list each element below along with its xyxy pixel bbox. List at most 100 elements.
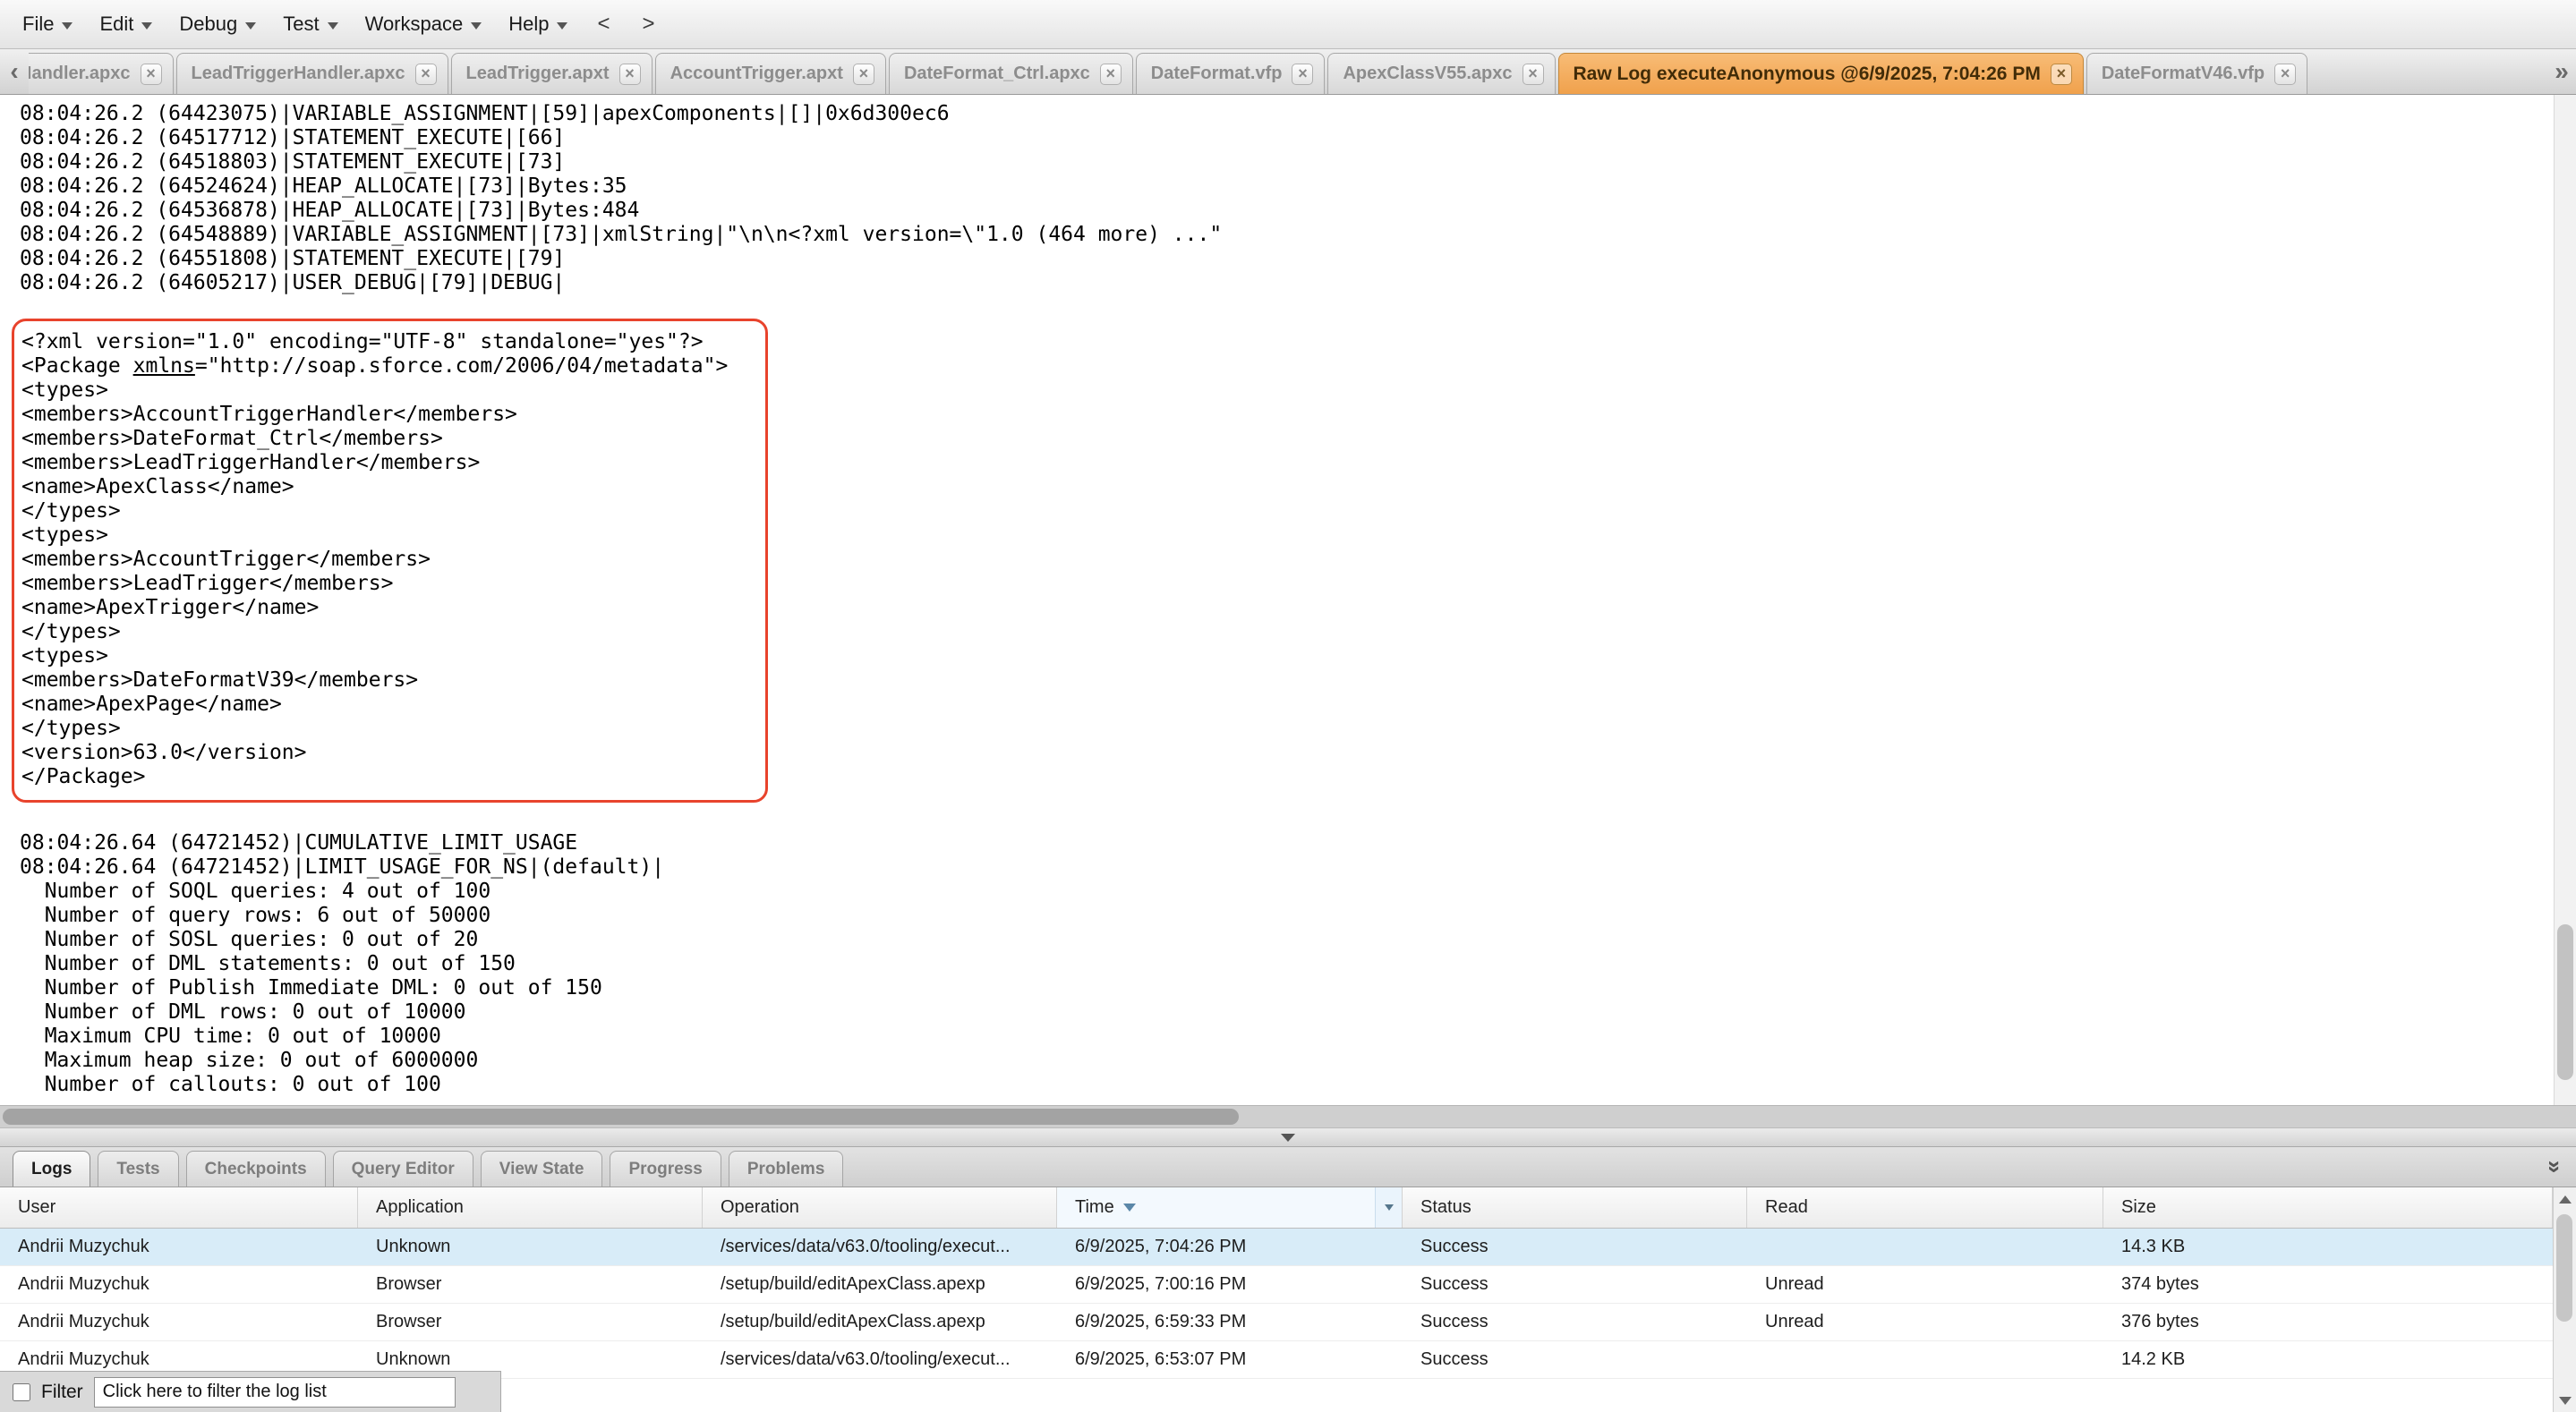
log-line: Number of DML rows: 0 out of 10000 [20, 1000, 2576, 1025]
scrollbar-thumb[interactable] [2557, 924, 2573, 1080]
cell-application: Unknown [358, 1349, 703, 1370]
table-vertical-scrollbar[interactable] [2553, 1187, 2576, 1412]
close-icon[interactable]: × [619, 64, 641, 85]
collapse-arrow-icon[interactable] [1281, 1134, 1295, 1142]
close-icon[interactable]: × [141, 64, 162, 85]
log-vertical-scrollbar[interactable] [2554, 95, 2576, 1105]
tab-overflow-icon[interactable]: » [2547, 49, 2576, 94]
panel-tab-query-editor[interactable]: Query Editor [333, 1151, 473, 1187]
editor-tab[interactable]: DateFormatV46.vfp × [2086, 53, 2307, 94]
cell-size: 14.3 KB [2103, 1237, 2553, 1257]
chevron-down-icon [328, 22, 338, 30]
xml-line: <Package xmlns="http://soap.sforce.com/2… [21, 354, 765, 379]
xml-line: </Package> [21, 765, 765, 789]
editor-tab[interactable]: LeadTrigger.apxt × [451, 53, 653, 94]
cell-user: Andrii Muzychuk [0, 1349, 358, 1370]
panel-tab-tests[interactable]: Tests [98, 1151, 178, 1187]
editor-tab[interactable]: Raw Log executeAnonymous @6/9/2025, 7:04… [1558, 53, 2084, 94]
panel-tab-problems[interactable]: Problems [729, 1151, 844, 1187]
cell-application: Browser [358, 1312, 703, 1332]
column-header-read[interactable]: Read [1747, 1187, 2103, 1228]
tab-label: LeadTriggerHandler.apxc [192, 64, 405, 84]
editor-tab[interactable]: DateFormat_Ctrl.apxc× [889, 53, 1133, 94]
column-menu-button[interactable] [1375, 1187, 1402, 1228]
close-icon[interactable]: × [415, 64, 437, 85]
panel-tabs: LogsTestsCheckpointsQuery EditorView Sta… [13, 1147, 843, 1187]
panel-tab-progress[interactable]: Progress [610, 1151, 721, 1187]
scroll-up-icon[interactable] [2554, 1187, 2576, 1211]
filter-label: Filter [41, 1382, 83, 1403]
column-header-user[interactable]: User [0, 1187, 358, 1228]
log-table-row[interactable]: Andrii MuzychukBrowser/setup/build/editA… [0, 1266, 2553, 1304]
close-icon[interactable]: × [1523, 64, 1544, 85]
menu-item-file[interactable]: File [9, 0, 86, 48]
close-icon[interactable]: × [1292, 64, 1313, 85]
editor-tab[interactable]: LeadTriggerHandler.apxc × [176, 53, 448, 94]
log-text-block: 08:04:26.2 (64423075)|VARIABLE_ASSIGNMEN… [20, 102, 2576, 295]
scroll-down-icon[interactable] [2554, 1389, 2576, 1412]
log-line: 08:04:26.2 (64548889)|VARIABLE_ASSIGNMEN… [20, 223, 2576, 247]
editor-tab[interactable]: Handler.apxc× [29, 53, 174, 94]
menu-item-help[interactable]: Help [495, 0, 581, 48]
column-header-operation[interactable]: Operation [703, 1187, 1057, 1228]
nav-back-button[interactable]: < [581, 12, 626, 37]
nav-forward-button[interactable]: > [626, 12, 670, 37]
xml-line: <members>DateFormatV39</members> [21, 668, 765, 693]
editor-tabs: Handler.apxc×LeadTriggerHandler.apxc×Lea… [29, 49, 2547, 94]
panel-tab-view-state[interactable]: View State [481, 1151, 603, 1187]
log-table-row[interactable]: Andrii MuzychukBrowser/setup/build/editA… [0, 1304, 2553, 1341]
cell-time: 6/9/2025, 7:04:26 PM [1057, 1237, 1403, 1257]
menu-item-edit[interactable]: Edit [86, 0, 166, 48]
tab-label: DateFormat.vfp [1151, 64, 1283, 84]
panel-tab-checkpoints[interactable]: Checkpoints [186, 1151, 326, 1187]
editor-tab[interactable]: DateFormat.vfp × [1136, 53, 1326, 94]
close-icon[interactable]: × [2051, 64, 2072, 85]
log-line: 08:04:26.64 (64721452)|CUMULATIVE_LIMIT_… [20, 831, 2576, 855]
log-filter-input[interactable] [94, 1377, 456, 1408]
chevron-down-icon [141, 22, 152, 30]
cell-size: 14.2 KB [2103, 1349, 2553, 1370]
editor-tab-bar: ‹ Handler.apxc×LeadTriggerHandler.apxc×L… [0, 49, 2576, 95]
log-line: Number of callouts: 0 out of 100 [20, 1073, 2576, 1097]
column-header-status[interactable]: Status [1403, 1187, 1747, 1228]
close-icon[interactable]: × [2274, 64, 2296, 85]
menu-item-debug[interactable]: Debug [166, 0, 269, 48]
log-line: 08:04:26.64 (64721452)|LIMIT_USAGE_FOR_N… [20, 855, 2576, 880]
column-header-size[interactable]: Size [2103, 1187, 2553, 1228]
column-header-label: User [18, 1197, 55, 1218]
xml-line: <members>AccountTrigger</members> [21, 548, 765, 572]
xml-line: <name>ApexTrigger</name> [21, 596, 765, 620]
log-table-row[interactable]: Andrii MuzychukUnknown/services/data/v63… [0, 1229, 2553, 1266]
xml-text-block: <?xml version="1.0" encoding="UTF-8" sta… [21, 330, 765, 789]
log-line: Number of SOSL queries: 0 out of 20 [20, 928, 2576, 952]
cell-read: Unread [1747, 1312, 2103, 1332]
xml-annotation-box: <?xml version="1.0" encoding="UTF-8" sta… [12, 319, 768, 803]
menu-item-workspace[interactable]: Workspace [352, 0, 496, 48]
cell-size: 374 bytes [2103, 1274, 2553, 1295]
tab-label: Raw Log executeAnonymous @6/9/2025, 7:04… [1574, 64, 2041, 85]
menu-item-test[interactable]: Test [269, 0, 351, 48]
cell-time: 6/9/2025, 6:59:33 PM [1057, 1312, 1403, 1332]
column-header-time[interactable]: Time [1057, 1187, 1403, 1228]
scrollbar-thumb[interactable] [2556, 1214, 2572, 1322]
xml-line: <types> [21, 523, 765, 548]
menu-item-label: Workspace [365, 13, 464, 36]
close-icon[interactable]: × [853, 64, 874, 85]
collapse-panel-icon[interactable]: » [2544, 1161, 2567, 1173]
tab-label: LeadTrigger.apxt [466, 64, 610, 84]
column-header-application[interactable]: Application [358, 1187, 703, 1228]
chevron-down-icon [557, 22, 567, 30]
tab-label: DateFormatV46.vfp [2102, 64, 2265, 84]
tab-scroll-left-icon[interactable]: ‹ [0, 49, 29, 94]
panel-tab-logs[interactable]: Logs [13, 1151, 90, 1187]
close-icon[interactable]: × [1100, 64, 1122, 85]
panel-splitter[interactable] [0, 1127, 2576, 1147]
editor-tab[interactable]: ApexClassV55.apxc× [1327, 53, 1555, 94]
editor-tab[interactable]: AccountTrigger.apxt× [655, 53, 886, 94]
filter-checkbox[interactable] [13, 1383, 30, 1401]
log-horizontal-scrollbar[interactable] [0, 1105, 2576, 1127]
scrollbar-thumb[interactable] [3, 1109, 1239, 1125]
menu-items: FileEditDebugTest Workspace Help [9, 0, 581, 48]
log-line: 08:04:26.2 (64423075)|VARIABLE_ASSIGNMEN… [20, 102, 2576, 126]
panel-tab-bar: LogsTestsCheckpointsQuery EditorView Sta… [0, 1147, 2576, 1187]
